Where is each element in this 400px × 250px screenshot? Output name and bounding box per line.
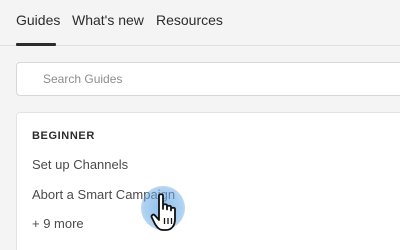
search-input[interactable] bbox=[43, 63, 383, 95]
tab-whats-new[interactable]: What's new bbox=[72, 12, 144, 28]
guides-panel: Guides What's new Resources BEGINNER Set… bbox=[0, 0, 400, 250]
tab-bar: Guides What's new Resources bbox=[0, 0, 400, 46]
tab-resources[interactable]: Resources bbox=[156, 12, 223, 28]
show-more-link[interactable]: + 9 more bbox=[32, 216, 84, 231]
active-tab-indicator bbox=[16, 43, 56, 46]
search-box bbox=[16, 62, 400, 96]
tab-guides[interactable]: Guides bbox=[16, 12, 60, 28]
beginner-guides-card: BEGINNER Set up Channels Abort a Smart C… bbox=[16, 112, 400, 250]
hand-pointer-icon bbox=[150, 193, 176, 231]
card-heading: BEGINNER bbox=[32, 130, 95, 142]
guide-link-set-up-channels[interactable]: Set up Channels bbox=[32, 157, 128, 172]
